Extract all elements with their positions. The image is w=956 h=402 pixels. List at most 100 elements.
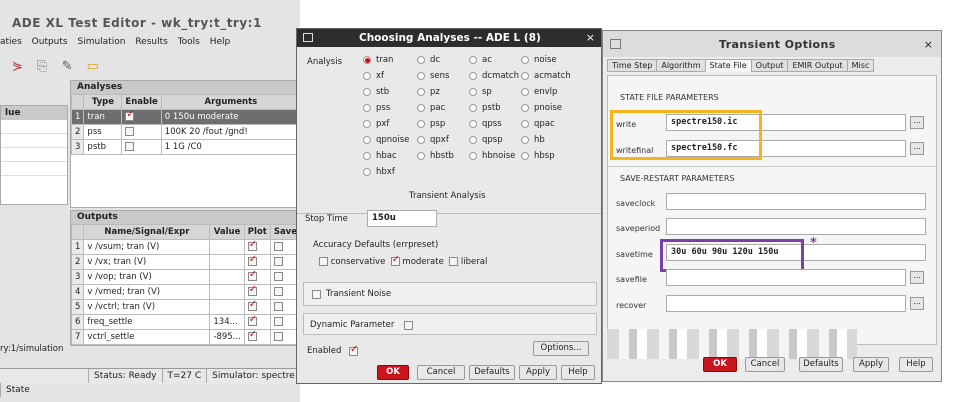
radio-option-qpnoise[interactable]: qpnoise: [363, 135, 409, 145]
radio-icon[interactable]: [363, 71, 371, 80]
radio-icon[interactable]: [363, 103, 371, 112]
radio-option-hbnoise[interactable]: hbnoise: [469, 151, 515, 161]
radio-icon[interactable]: [363, 135, 371, 144]
radio-icon[interactable]: [417, 135, 425, 144]
table-row[interactable]: 1v /vsum; tran (V): [70, 239, 300, 255]
tab-emir-output[interactable]: EMIR Output: [787, 59, 848, 72]
table-row[interactable]: 1 tran 0 150u moderate: [70, 109, 300, 125]
table-row[interactable]: 4v /vmed; tran (V): [70, 284, 300, 300]
plot-checkbox[interactable]: [247, 301, 257, 311]
radio-option-hbstb[interactable]: hbstb: [417, 151, 454, 161]
savefile-browse-button[interactable]: ...: [910, 271, 924, 284]
radio-option-pss[interactable]: pss: [363, 103, 390, 113]
table-row[interactable]: 2 pss 100K 20 /fout /gnd!: [70, 124, 300, 140]
radio-icon[interactable]: [469, 71, 477, 80]
radio-option-psp[interactable]: psp: [417, 119, 445, 129]
radio-option-hb[interactable]: hb: [521, 135, 545, 145]
enable-checkbox[interactable]: [125, 127, 135, 136]
save-checkbox[interactable]: [273, 332, 283, 341]
radio-icon[interactable]: [469, 151, 477, 160]
run-icon[interactable]: ⋟: [12, 60, 26, 74]
table-row[interactable]: 7 vctrl_settle -895...: [70, 329, 300, 345]
radio-option-dc[interactable]: dc: [417, 55, 440, 65]
radio-option-sp[interactable]: sp: [469, 87, 492, 97]
ok-button[interactable]: OK: [377, 365, 409, 380]
radio-icon[interactable]: [363, 151, 371, 160]
table-row[interactable]: 2v /vx; tran (V): [70, 254, 300, 270]
apply-button[interactable]: Apply: [853, 357, 889, 372]
radio-option-ac[interactable]: ac: [469, 55, 492, 65]
radio-option-qpac[interactable]: qpac: [521, 119, 555, 129]
radio-icon[interactable]: [417, 87, 425, 96]
saveperiod-input[interactable]: [666, 218, 926, 235]
radio-icon[interactable]: [521, 103, 529, 112]
radio-icon[interactable]: [521, 119, 529, 128]
radio-option-dcmatch[interactable]: dcmatch: [469, 71, 519, 81]
radio-icon[interactable]: [417, 119, 425, 128]
plot-checkbox[interactable]: [247, 331, 257, 341]
radio-icon[interactable]: [521, 87, 529, 96]
defaults-button[interactable]: Defaults: [469, 365, 515, 380]
radio-option-pac[interactable]: pac: [417, 103, 445, 113]
plot-checkbox[interactable]: [247, 316, 257, 326]
radio-icon[interactable]: [417, 55, 425, 64]
transient-noise-checkbox[interactable]: [312, 290, 321, 299]
options-button[interactable]: Options...: [533, 341, 589, 356]
window-menu-icon[interactable]: [303, 33, 313, 42]
recover-browse-button[interactable]: ...: [910, 297, 924, 310]
radio-icon[interactable]: [469, 135, 477, 144]
saveclock-input[interactable]: [666, 193, 926, 210]
moderate-checkbox[interactable]: [390, 254, 400, 266]
radio-icon[interactable]: [469, 87, 477, 96]
radio-option-qpxf[interactable]: qpxf: [417, 135, 449, 145]
writefinal-browse-button[interactable]: ...: [910, 142, 924, 155]
radio-option-hbxf[interactable]: hbxf: [363, 167, 395, 177]
enabled-checkbox[interactable]: [349, 344, 358, 356]
radio-icon[interactable]: [417, 103, 425, 112]
radio-icon[interactable]: [363, 55, 371, 64]
radio-option-pnoise[interactable]: pnoise: [521, 103, 562, 113]
radio-option-pz[interactable]: pz: [417, 87, 440, 97]
help-button[interactable]: Help: [561, 365, 595, 380]
radio-option-xf[interactable]: xf: [363, 71, 384, 81]
copy-icon[interactable]: ⎘: [37, 60, 51, 74]
save-checkbox[interactable]: [273, 242, 283, 251]
table-row[interactable]: 3v /vop; tran (V): [70, 269, 300, 285]
enable-checkbox[interactable]: [125, 142, 135, 151]
radio-option-acmatch[interactable]: acmatch: [521, 71, 571, 81]
radio-icon[interactable]: [521, 135, 529, 144]
radio-icon[interactable]: [469, 103, 477, 112]
radio-icon[interactable]: [521, 151, 529, 160]
plot-checkbox[interactable]: [247, 256, 257, 266]
radio-option-sens[interactable]: sens: [417, 71, 449, 81]
save-checkbox[interactable]: [273, 287, 283, 296]
save-checkbox[interactable]: [273, 257, 283, 266]
table-row[interactable]: 3 pstb 1 1G /C0: [70, 139, 300, 155]
radio-option-pxf[interactable]: pxf: [363, 119, 389, 129]
radio-option-hbac[interactable]: hbac: [363, 151, 397, 161]
radio-option-stb[interactable]: stb: [363, 87, 389, 97]
enable-checkbox[interactable]: [125, 111, 135, 121]
dynamic-parameter-checkbox[interactable]: [404, 321, 413, 330]
stop-time-input[interactable]: 150u: [367, 210, 437, 227]
menu-item-results[interactable]: Results: [135, 37, 168, 47]
tab-state-file[interactable]: State File: [704, 59, 752, 72]
tab-time-step[interactable]: Time Step: [607, 59, 658, 72]
ok-button[interactable]: OK: [703, 357, 737, 372]
tab-algorithm[interactable]: Algorithm: [656, 59, 706, 72]
radio-icon[interactable]: [363, 167, 371, 176]
recover-input[interactable]: [666, 295, 906, 312]
radio-icon[interactable]: [417, 71, 425, 80]
menu-item-simulation[interactable]: Simulation: [77, 37, 125, 47]
radio-option-noise[interactable]: noise: [521, 55, 557, 65]
radio-option-envlp[interactable]: envlp: [521, 87, 557, 97]
radio-icon[interactable]: [521, 55, 529, 64]
plot-checkbox[interactable]: [247, 271, 257, 281]
menu-item-tools[interactable]: Tools: [178, 37, 200, 47]
save-checkbox[interactable]: [273, 302, 283, 311]
radio-icon[interactable]: [363, 87, 371, 96]
radio-icon[interactable]: [469, 55, 477, 64]
radio-icon[interactable]: [417, 151, 425, 160]
radio-icon[interactable]: [363, 119, 371, 128]
table-row[interactable]: 6 freq_settle 134...: [70, 314, 300, 330]
